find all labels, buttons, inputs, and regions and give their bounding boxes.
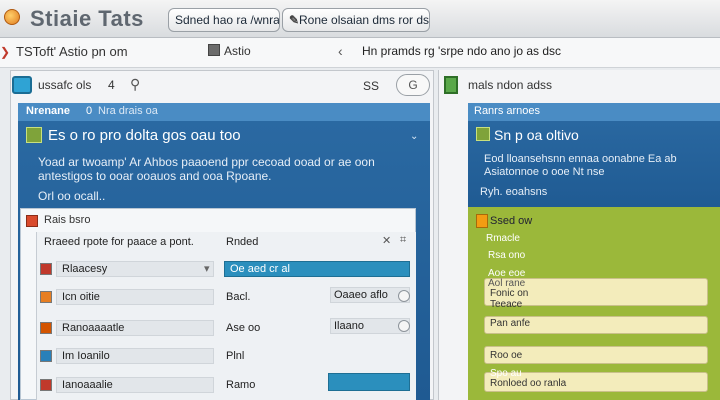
- pencil-icon: ✎: [289, 13, 300, 27]
- toolbar-button[interactable]: G: [396, 74, 430, 96]
- address-field[interactable]: Astio: [224, 44, 251, 58]
- field-value: Ronloed oo ranla: [490, 378, 567, 389]
- left-blue-header: [18, 103, 430, 121]
- close-icon[interactable]: ✕: [382, 234, 391, 247]
- row-icon: [40, 263, 52, 275]
- blue-header-title: Nrenane: [26, 105, 71, 117]
- field-label: Pan anfe: [490, 318, 531, 329]
- row-mid: Bacl.: [226, 291, 251, 303]
- left-panel-name: ussafc ols: [38, 78, 92, 92]
- folder-icon: [476, 214, 488, 228]
- tab-1-label: Sdned hao ra /wnrap: [175, 13, 280, 27]
- blue-header-rest: Nra drais oa: [98, 105, 158, 117]
- panel-app-icon: [12, 76, 32, 94]
- address-right-text: Hn pramds rg 'srpe ndo ano jo as dsc: [362, 44, 562, 58]
- left-description: Yoad ar twoamp' Ar Ahbos paaoend ppr cec…: [38, 155, 375, 183]
- column-header-2: Rnded: [226, 236, 259, 248]
- row-right: Ilaano: [334, 320, 364, 332]
- section-icon: [26, 127, 42, 143]
- chevron-down-icon[interactable]: ▾: [204, 262, 210, 275]
- section-icon: [476, 127, 490, 141]
- right-panel-header: mals ndon adss: [468, 78, 553, 92]
- row-icon: [40, 291, 52, 303]
- grid-icon[interactable]: ⌗: [400, 234, 406, 247]
- row-icon: [40, 322, 52, 334]
- app-logo-icon: [4, 9, 20, 25]
- toolbar-label: SS: [363, 79, 380, 93]
- row-right: Oe aed cr al: [230, 263, 290, 275]
- tab-2[interactable]: ✎Rone olsaian dms ror dsnc: [282, 8, 430, 32]
- column-header-1: Rraeed rpote for paace a pont.: [44, 236, 194, 248]
- card-icon: [26, 215, 38, 227]
- row-mid: Ramo: [226, 379, 256, 391]
- chevron-left-icon[interactable]: ‹: [338, 43, 343, 59]
- toggle-icon[interactable]: [398, 290, 410, 302]
- chevron-down-icon[interactable]: ⌄: [410, 131, 418, 142]
- row-label: Ianoaaalie: [62, 379, 113, 391]
- row-mid: Ase oo: [226, 322, 261, 334]
- tab-1[interactable]: Sdned hao ra /wnrap: [168, 8, 280, 32]
- row-icon: [40, 379, 52, 391]
- app-title: Stiaie Tats: [30, 6, 144, 31]
- field-value: Fonic on Teeace: [490, 288, 529, 310]
- address-nav-text[interactable]: TSToft' Astio pn om: [16, 44, 128, 59]
- right-description: Eod lloansehsnn ennaa oonabne Ea ab Asia…: [484, 153, 677, 178]
- row-label: Im Ioanilo: [62, 350, 110, 362]
- tab-2-label: Rone olsaian dms ror dsnc: [299, 13, 430, 27]
- back-arrow-icon[interactable]: ❯: [0, 45, 10, 59]
- left-panel-number: 4: [108, 78, 115, 92]
- green-card-subtitle: Rmacle: [486, 233, 520, 244]
- lock-icon: [208, 44, 220, 56]
- row-label: Icn oitie: [62, 291, 100, 303]
- row-icon: [40, 350, 52, 362]
- row-right: Oaaeo aflo: [334, 289, 388, 301]
- right-blue-header-text: Ranrs arnoes: [474, 105, 541, 117]
- right-heading: Sn p oa oltivo: [494, 127, 579, 143]
- toggle-icon[interactable]: [398, 320, 410, 332]
- row-label: Ranoaaaatle: [62, 322, 125, 334]
- row-label: Rlaacesy: [62, 263, 108, 275]
- left-heading: Es o ro pro dolta gos oau too: [48, 127, 241, 144]
- document-icon: [444, 76, 458, 94]
- blue-header-dot: 0: [86, 105, 93, 117]
- row-blue-bar[interactable]: [328, 373, 410, 391]
- search-icon[interactable]: ⚲: [130, 76, 140, 93]
- left-link[interactable]: Orl oo ocall..: [38, 189, 105, 203]
- right-link[interactable]: Ryh. eoahsns: [480, 186, 547, 198]
- field-label: Roo oe: [490, 350, 523, 361]
- card-title: Rais bsro: [44, 214, 91, 226]
- row-mid: Plnl: [226, 350, 245, 362]
- green-card-title: Ssed ow: [490, 215, 533, 227]
